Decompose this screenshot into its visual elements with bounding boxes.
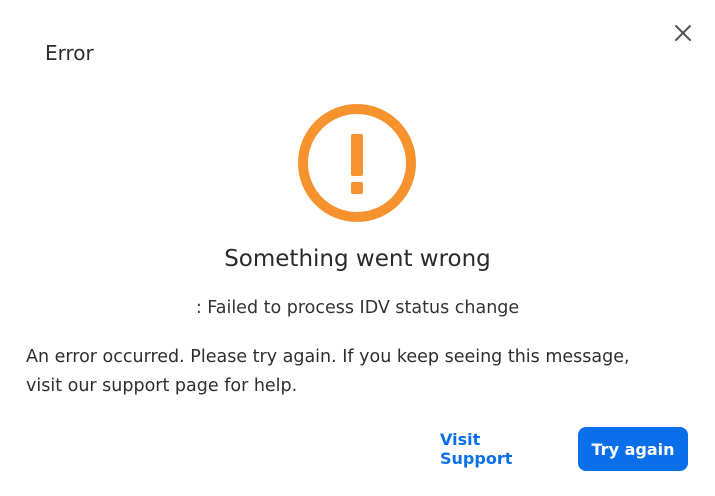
visit-support-button[interactable]: Visit Support bbox=[440, 430, 556, 468]
exclamation-circle-icon bbox=[298, 104, 416, 222]
dialog-title: Error bbox=[45, 41, 94, 65]
error-message: An error occurred. Please try again. If … bbox=[26, 347, 630, 396]
error-dialog: Error Something went wrong : Failed to p… bbox=[0, 0, 715, 496]
error-headline: Something went wrong bbox=[224, 246, 491, 272]
close-icon bbox=[675, 25, 691, 41]
close-button[interactable] bbox=[670, 20, 696, 46]
try-again-button[interactable]: Try again bbox=[578, 427, 688, 471]
error-detail: : Failed to process IDV status change bbox=[195, 298, 520, 318]
